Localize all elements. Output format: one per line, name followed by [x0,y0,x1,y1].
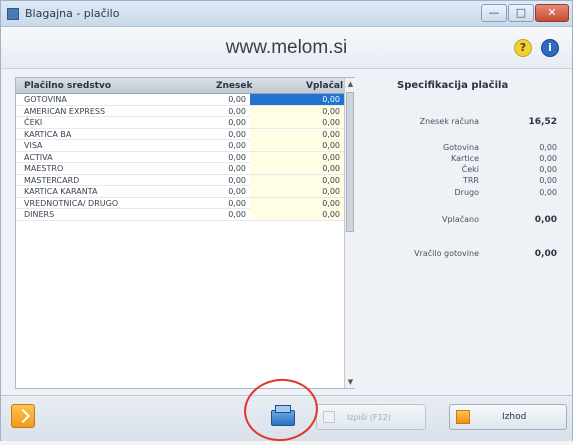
spec-value: 0,00 [539,188,557,197]
table-row[interactable]: KARTICA BA 0,00 0,00 [16,128,344,140]
cell-name: ČEKI [24,118,43,127]
cell-paid-input[interactable]: 0,00 [250,186,344,197]
cell-paid-input[interactable]: 0,00 [250,174,344,186]
spec-value: 0,00 [534,249,557,259]
cell-amount: 0,00 [228,129,246,139]
site-title: www.melom.si [225,37,348,58]
close-button[interactable]: ✕ [535,4,569,22]
exit-label: Izhod [502,412,527,422]
scroll-up-icon[interactable]: ▲ [345,78,356,90]
maximize-button[interactable]: □ [508,4,534,22]
print-icon [323,411,335,423]
spec-label: Vračilo gotovine [414,249,479,258]
cell-paid-input[interactable]: 0,00 [250,105,344,117]
cell-amount: 0,00 [228,210,246,219]
spec-label: Čeki [461,165,479,174]
table-body: GOTOVINA 0,00 0,00 AMERICAN EXPRESS 0,00 0,0… [16,94,344,221]
cell-name: AMERICAN EXPRESS [24,106,106,116]
spec-value: 0,00 [539,165,557,174]
cell-name: GOTOVINA [24,95,67,104]
cell-paid-input[interactable]: 0,00 [250,128,344,140]
header: www.melom.si ? i [1,27,572,69]
cell-name: MAESTRO [24,164,64,173]
cell-amount: 0,00 [228,118,246,127]
table-row[interactable]: GOTOVINA 0,00 0,00 [16,94,344,106]
cell-name: KARTICA KARANTA [24,187,98,196]
cell-amount: 0,00 [228,187,246,196]
print-label: Izpiši (F12) [347,413,391,422]
table-row[interactable]: AMERICAN EXPRESS 0,00 0,00 [16,105,344,117]
table-header: Plačilno sredstvo Znesek Vplačal [16,78,344,94]
cell-amount: 0,00 [228,198,246,208]
cell-amount: 0,00 [228,164,246,173]
cell-paid-input[interactable]: 0,00 [250,140,344,151]
scroll-down-icon[interactable]: ▼ [345,376,356,388]
minimize-button[interactable]: — [481,4,507,22]
cell-paid-input[interactable]: 0,00 [250,209,344,220]
cell-name: DINERS [24,210,55,219]
cell-amount: 0,00 [228,175,246,185]
column-header-paid[interactable]: Vplačal [306,81,343,91]
table-row[interactable]: DINERS 0,00 0,00 [16,209,344,221]
table-row[interactable]: ACTIVA 0,00 0,00 [16,151,344,163]
cell-name: VREDNOTNICA/ DRUGO [24,198,119,208]
cell-amount: 0,00 [228,141,246,150]
print-button[interactable]: Izpiši (F12) [316,404,426,430]
column-header-payment-method[interactable]: Plačilno sredstvo [24,81,111,91]
spec-value: 16,52 [528,117,557,127]
cash-register-button[interactable] [263,402,303,436]
spec-title: Specifikacija plačila [397,80,509,91]
table-scrollbar[interactable]: ▲ ▼ [344,78,355,388]
cell-paid-input[interactable]: 0,00 [250,151,344,163]
window-title: Blagajna - plačilo [25,7,120,20]
table-row[interactable]: MAESTRO 0,00 0,00 [16,163,344,175]
table-row[interactable]: KARTICA KARANTA 0,00 0,00 [16,186,344,198]
spec-value: 0,00 [534,215,557,225]
spec-label: Vplačano [442,215,479,224]
cell-paid-input[interactable]: 0,00 [250,94,344,105]
cell-paid-input[interactable]: 0,00 [250,163,344,174]
cell-name: KARTICA BA [24,129,72,139]
spec-label: Drugo [454,188,480,197]
help-icon[interactable]: ? [514,39,532,57]
spec-label: Kartice [451,154,479,163]
arrow-icon [15,408,31,424]
spec-value: 0,00 [539,143,557,152]
column-header-amount[interactable]: Znesek [216,81,252,91]
spec-value: 0,00 [539,176,557,185]
cell-name: VISA [24,141,43,150]
table-row[interactable]: VISA 0,00 0,00 [16,140,344,152]
info-icon[interactable]: i [541,39,559,57]
cell-amount: 0,00 [228,152,246,162]
payment-specification: Specifikacija plačila Znesek računa 16,5… [369,77,565,389]
cell-amount: 0,00 [228,95,246,104]
exit-button[interactable]: Izhod [449,404,567,430]
app-icon [7,8,19,20]
cell-paid-input[interactable]: 0,00 [250,117,344,128]
cell-paid-input[interactable]: 0,00 [250,197,344,209]
cash-register-icon [271,405,295,426]
payment-window: Blagajna - plačilo — □ ✕ www.melom.si ? … [0,0,573,445]
payment-methods-table: Plačilno sredstvo Znesek Vplačal GOTOVIN… [15,77,355,389]
back-button[interactable] [11,404,35,428]
table-row[interactable]: MASTERCARD 0,00 0,00 [16,174,344,186]
footer-toolbar: Izpiši (F12) Izhod [1,395,572,441]
table-row[interactable]: VREDNOTNICA/ DRUGO 0,00 0,00 [16,197,344,209]
spec-label: Gotovina [442,143,479,152]
title-bar: Blagajna - plačilo — □ ✕ [1,1,572,27]
spec-value: 0,00 [539,154,557,163]
table-row[interactable]: ČEKI 0,00 0,00 [16,117,344,129]
scroll-thumb[interactable] [346,92,354,232]
cell-amount: 0,00 [228,106,246,116]
cell-name: ACTIVA [24,152,53,162]
spec-label: TRR [462,176,479,185]
cell-name: MASTERCARD [24,175,80,185]
spec-label: Znesek računa [419,117,479,126]
exit-icon [456,410,470,424]
